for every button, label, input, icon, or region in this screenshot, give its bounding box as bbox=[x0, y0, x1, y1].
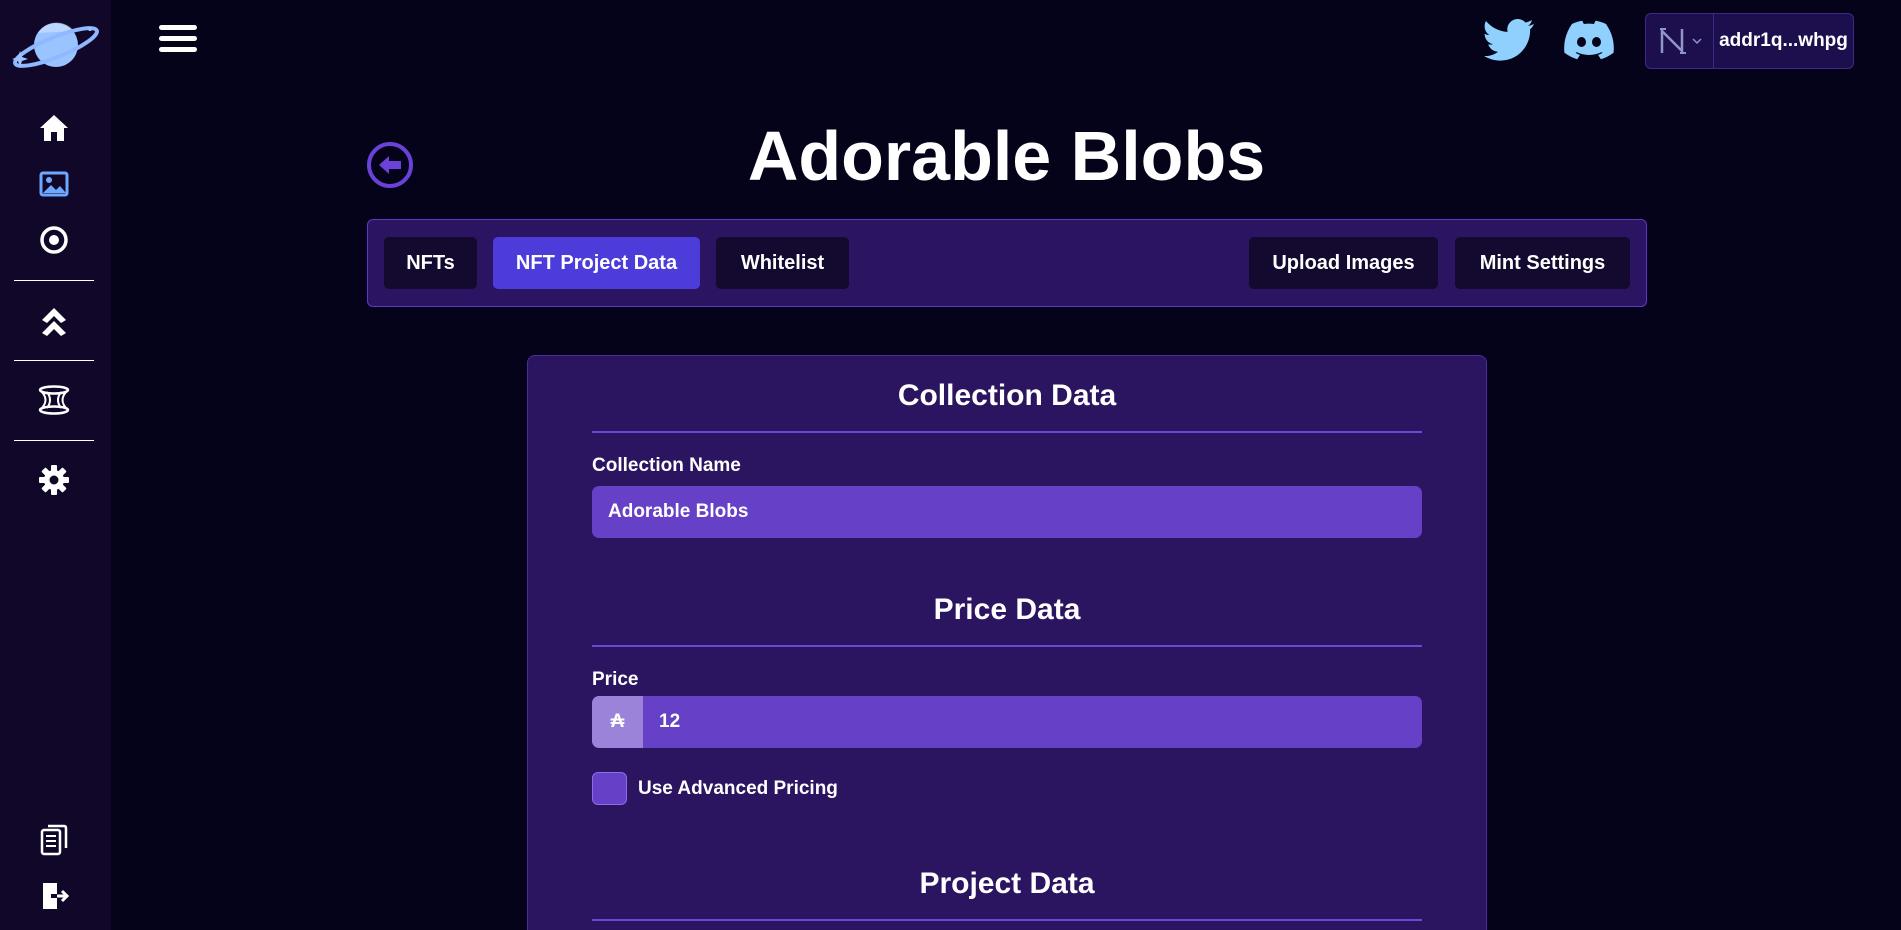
top-header bbox=[111, 0, 1901, 84]
menu-icon[interactable] bbox=[159, 25, 197, 57]
sidebar-divider bbox=[14, 360, 94, 361]
section-divider bbox=[592, 919, 1422, 921]
sidebar-divider bbox=[14, 440, 94, 441]
compass-icon bbox=[40, 226, 68, 254]
sidebar bbox=[0, 0, 111, 930]
section-divider bbox=[592, 431, 1422, 433]
sidebar-divider bbox=[14, 280, 94, 281]
wallet-button[interactable]: addr1q...whpg bbox=[1645, 13, 1854, 69]
nav-settings[interactable] bbox=[32, 462, 76, 498]
nav-images[interactable] bbox=[32, 166, 76, 202]
discord-link[interactable] bbox=[1563, 18, 1615, 64]
logout-icon bbox=[43, 883, 69, 909]
arrow-left-icon bbox=[379, 156, 401, 174]
documents-icon bbox=[40, 824, 68, 856]
collection-data-heading: Collection Data bbox=[897, 379, 1117, 412]
project-data-form: Collection Data Collection Name Price Da… bbox=[527, 355, 1487, 930]
chevron-down-icon bbox=[1691, 38, 1702, 45]
wallet-n-icon bbox=[1659, 27, 1686, 55]
twitter-link[interactable] bbox=[1484, 18, 1536, 64]
mint-settings-button[interactable]: Mint Settings bbox=[1455, 237, 1630, 289]
collection-name-input[interactable] bbox=[592, 486, 1422, 538]
nav-logout[interactable] bbox=[32, 878, 76, 914]
page-title: Adorable Blobs bbox=[747, 117, 1266, 195]
advanced-pricing-label[interactable]: Use Advanced Pricing bbox=[638, 778, 838, 800]
gear-icon bbox=[39, 465, 69, 495]
nav-docs[interactable] bbox=[32, 822, 76, 858]
price-input[interactable] bbox=[643, 696, 1422, 748]
wallet-address: addr1q...whpg bbox=[1719, 30, 1848, 51]
upload-images-button[interactable]: Upload Images bbox=[1249, 237, 1438, 289]
twitter-icon bbox=[1484, 19, 1534, 61]
nav-home[interactable] bbox=[32, 110, 76, 146]
nav-explore[interactable] bbox=[32, 222, 76, 258]
planet-logo-icon[interactable] bbox=[8, 15, 102, 75]
advanced-pricing-checkbox[interactable] bbox=[592, 772, 627, 805]
chevrons-up-icon bbox=[42, 308, 66, 336]
collection-name-label: Collection Name bbox=[592, 455, 741, 476]
image-icon bbox=[39, 171, 69, 197]
ada-currency-prefix: ₳ bbox=[592, 696, 643, 748]
home-icon bbox=[40, 115, 68, 141]
portal-icon bbox=[38, 385, 70, 415]
project-tab-bar: NFTs NFT Project Data Whitelist Upload I… bbox=[367, 219, 1647, 307]
wallet-selector[interactable] bbox=[1646, 14, 1714, 68]
tab-nft-project-data[interactable]: NFT Project Data bbox=[493, 237, 700, 289]
tab-whitelist[interactable]: Whitelist bbox=[716, 237, 849, 289]
tab-nfts[interactable]: NFTs bbox=[384, 237, 477, 289]
price-data-heading: Price Data bbox=[933, 593, 1081, 626]
project-data-heading: Project Data bbox=[919, 867, 1095, 900]
price-label: Price bbox=[592, 669, 639, 690]
nav-staking[interactable] bbox=[32, 302, 76, 338]
back-button[interactable] bbox=[367, 142, 413, 188]
nav-portal[interactable] bbox=[32, 382, 76, 418]
price-input-group: ₳ bbox=[592, 696, 1422, 748]
discord-icon bbox=[1564, 20, 1614, 60]
section-divider bbox=[592, 645, 1422, 647]
